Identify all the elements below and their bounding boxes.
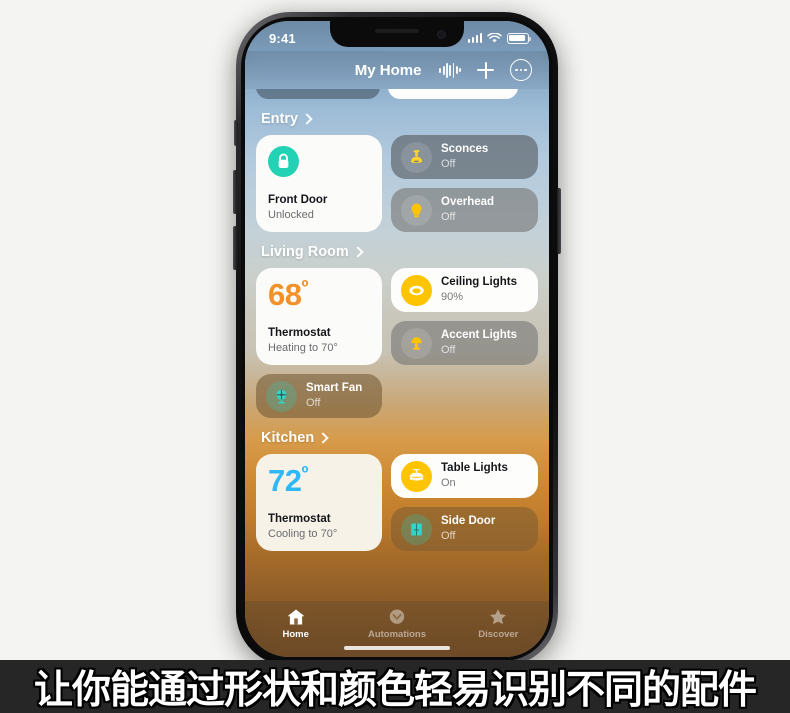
tile-overhead-status: Off: [441, 210, 456, 223]
volume-up-button[interactable]: [233, 170, 237, 214]
tile-ceiling-lights[interactable]: Ceiling Lights 90%: [391, 268, 538, 312]
tile-front-door[interactable]: Front Door Unlocked: [256, 135, 382, 232]
section-wide-row-living-room: Smart Fan Off: [256, 374, 538, 418]
display-notch: [330, 21, 464, 47]
front-camera-icon: [437, 30, 446, 39]
page-title: My Home: [354, 61, 422, 79]
tab-bar: Home Automations Discover: [245, 601, 549, 657]
tile-sconces-name: Sconces: [441, 143, 489, 155]
tile-front-door-name: Front Door: [268, 194, 328, 207]
chevron-right-icon: [317, 432, 329, 444]
more-ellipsis-icon[interactable]: [510, 59, 532, 81]
plus-icon[interactable]: [477, 61, 494, 79]
tile-accent-lights[interactable]: Accent Lights Off: [391, 321, 538, 365]
tile-living-room-thermostat-status: Heating to 70°: [268, 341, 338, 354]
wifi-icon: [487, 32, 502, 43]
tab-home[interactable]: Home: [245, 608, 346, 640]
partial-card-left[interactable]: [256, 89, 380, 99]
navigation-bar: My Home: [245, 51, 549, 89]
home-scroll-content[interactable]: Entry Front Door Unlocked Sconces Off Ov…: [245, 89, 549, 601]
chandelier-icon: [401, 460, 432, 492]
cellular-bars-icon: [467, 33, 482, 43]
tab-discover-label: Discover: [478, 629, 519, 640]
chevron-right-icon: [301, 113, 313, 125]
screenshot-root: 9:41 My Home Entry Front Door Unlocked S…: [0, 0, 790, 713]
caption-text: 让你能通过形状和颜色轻易识别不同的配件: [33, 667, 757, 713]
section-grid-entry: Front Door Unlocked Sconces Off Overhead…: [256, 135, 538, 232]
ceiling-light-icon: [401, 274, 432, 306]
tile-overhead[interactable]: Overhead Off: [391, 188, 538, 232]
status-bar-indicators: [467, 32, 532, 44]
house-icon: [287, 609, 305, 625]
section-header-entry[interactable]: Entry: [261, 111, 538, 127]
home-indicator[interactable]: [344, 646, 450, 650]
tile-ceiling-lights-status: 90%: [441, 290, 464, 303]
thermostat-temperature-living-room: 68º: [268, 277, 308, 312]
tile-overhead-name: Overhead: [441, 196, 495, 208]
section-grid-living-room: 68º Thermostat Heating to 70° Ceiling Li…: [256, 268, 538, 365]
tile-smart-fan-status: Off: [306, 396, 321, 409]
tile-side-door-name: Side Door: [441, 515, 496, 527]
section-title-kitchen: Kitchen: [261, 430, 315, 446]
tile-accent-lights-status: Off: [441, 343, 456, 356]
tile-kitchen-thermostat[interactable]: 72º Thermostat Cooling to 70°: [256, 454, 382, 551]
lock-closed-icon: [268, 146, 299, 177]
power-button[interactable]: [557, 188, 561, 254]
chevron-right-icon: [352, 246, 364, 258]
tile-ceiling-lights-name: Ceiling Lights: [441, 276, 518, 288]
tile-smart-fan[interactable]: Smart Fan Off: [256, 374, 382, 418]
tile-table-lights-name: Table Lights: [441, 462, 508, 474]
tile-living-room-thermostat-name: Thermostat: [268, 327, 331, 340]
section-header-kitchen[interactable]: Kitchen: [261, 430, 538, 446]
partial-card-right[interactable]: [388, 89, 518, 99]
tile-front-door-status: Unlocked: [268, 208, 314, 221]
tab-discover[interactable]: Discover: [448, 608, 549, 640]
section-header-living-room[interactable]: Living Room: [261, 244, 538, 260]
tile-side-door-status: Off: [441, 529, 456, 542]
section-title-entry: Entry: [261, 111, 299, 127]
fan-icon: [266, 380, 297, 412]
tab-home-label: Home: [282, 629, 309, 640]
tile-living-room-thermostat[interactable]: 68º Thermostat Heating to 70°: [256, 268, 382, 365]
sconce-lamp-icon: [401, 141, 432, 173]
caption-band: 让你能通过形状和颜色轻易识别不同的配件: [0, 660, 790, 713]
battery-icon: [507, 32, 532, 44]
status-bar-time: 9:41: [269, 30, 296, 46]
partial-cards-row: [256, 89, 538, 99]
tile-kitchen-thermostat-status: Cooling to 70°: [268, 527, 338, 540]
tile-table-lights-status: On: [441, 476, 456, 489]
earpiece-speaker: [375, 29, 419, 33]
tile-sconces-status: Off: [441, 157, 456, 170]
section-grid-kitchen: 72º Thermostat Cooling to 70° Table Ligh…: [256, 454, 538, 551]
tile-sconces[interactable]: Sconces Off: [391, 135, 538, 179]
tab-automations-label: Automations: [367, 629, 427, 640]
section-title-living-room: Living Room: [261, 244, 349, 260]
table-lamp-icon: [401, 327, 432, 359]
phone-screen: 9:41 My Home Entry Front Door Unlocked S…: [245, 21, 549, 657]
door-icon: [401, 513, 432, 545]
clock-automation-icon: [389, 609, 405, 624]
tile-table-lights[interactable]: Table Lights On: [391, 454, 538, 498]
tile-kitchen-thermostat-name: Thermostat: [268, 513, 331, 526]
silence-switch[interactable]: [234, 120, 238, 146]
volume-down-button[interactable]: [233, 226, 237, 270]
siri-waveform-icon[interactable]: [439, 62, 461, 78]
tile-accent-lights-name: Accent Lights: [441, 329, 518, 341]
bulb-icon: [401, 194, 432, 226]
tab-automations[interactable]: Automations: [346, 608, 447, 640]
thermostat-temperature-kitchen: 72º: [268, 463, 308, 498]
tile-smart-fan-name: Smart Fan: [306, 382, 363, 394]
tile-side-door[interactable]: Side Door Off: [391, 507, 538, 551]
star-icon: [490, 609, 507, 625]
